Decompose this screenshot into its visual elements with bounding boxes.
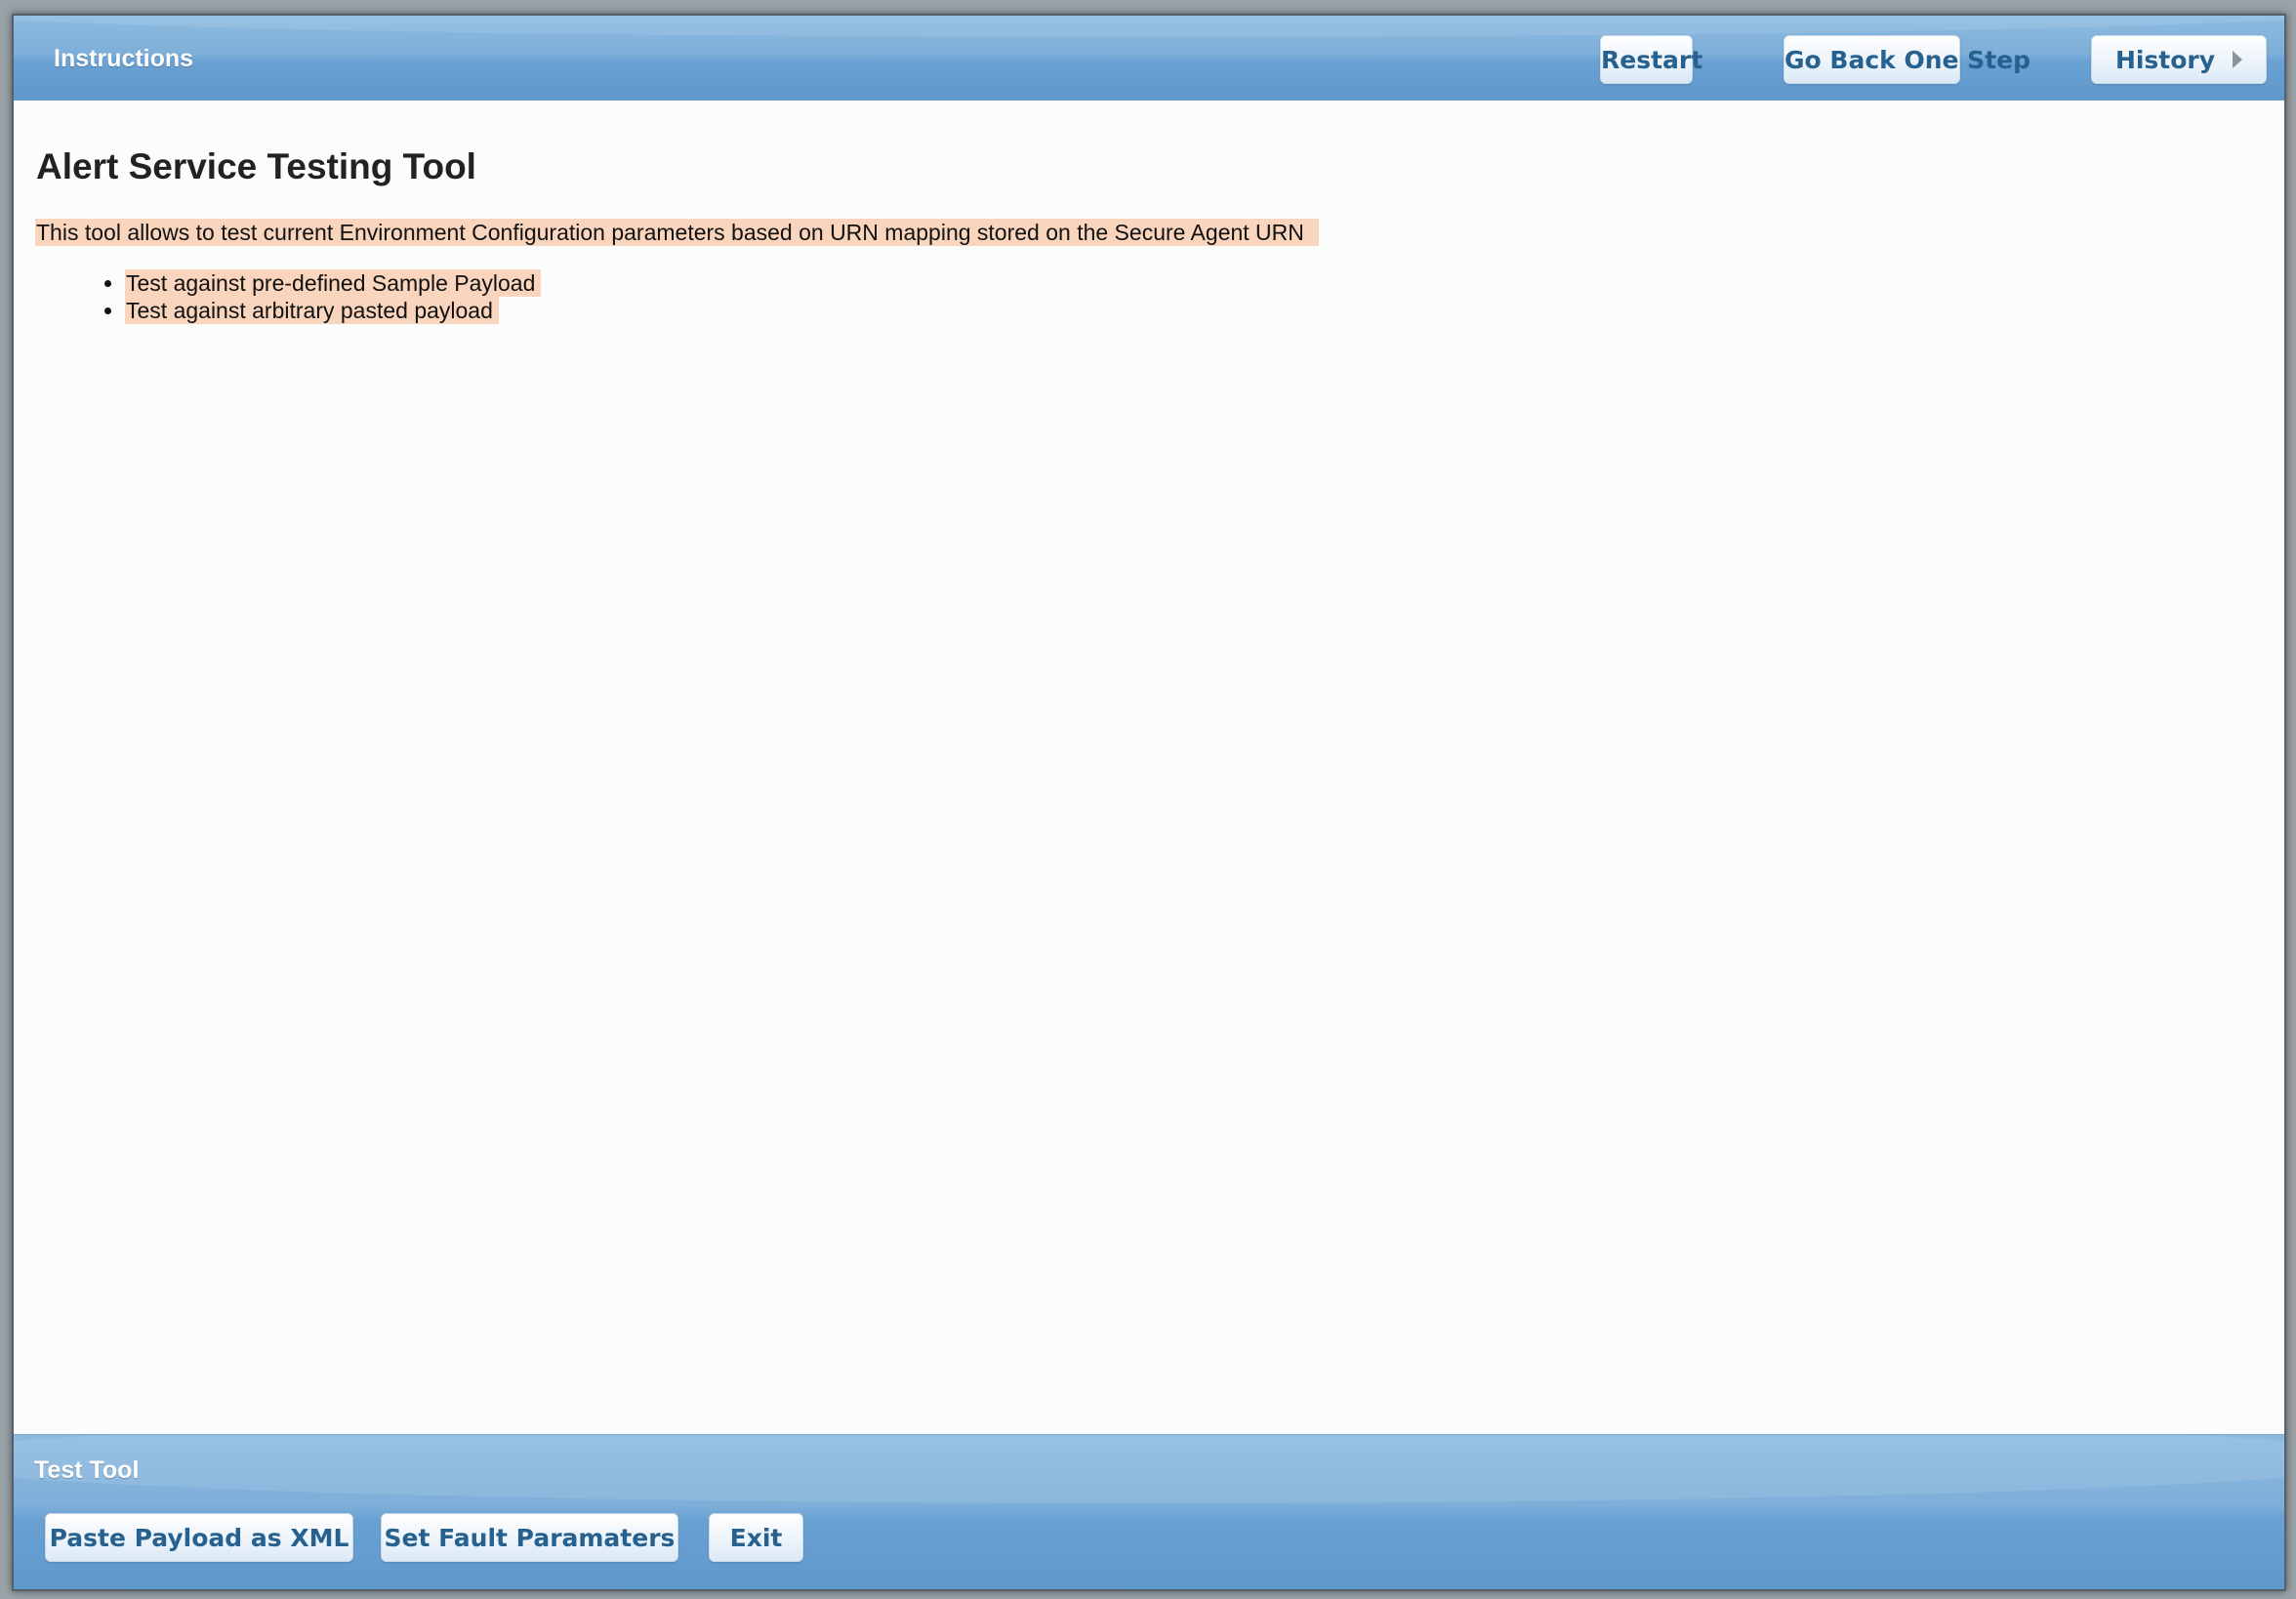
chevron-right-icon (2233, 51, 2243, 68)
top-toolbar: Instructions Restart Go Back One Step Hi… (14, 16, 2284, 101)
history-button[interactable]: History (2091, 35, 2267, 84)
restart-button[interactable]: Restart (1600, 35, 1702, 84)
app-window: Instructions Restart Go Back One Step Hi… (12, 14, 2286, 1591)
go-back-button[interactable]: Go Back One Step (1784, 35, 2030, 84)
paste-payload-button[interactable]: Paste Payload as XML (45, 1513, 353, 1562)
list-item: Test against pre-defined Sample Payload (125, 269, 542, 297)
set-fault-parameters-button[interactable]: Set Fault Paramaters (381, 1513, 678, 1562)
bottom-toolbar: Test Tool Paste Payload as XML Set Fault… (14, 1434, 2284, 1589)
set-fault-parameters-button-label: Set Fault Paramaters (384, 1524, 676, 1552)
description-text: This tool allows to test current Environ… (35, 219, 1319, 246)
paste-payload-button-label: Paste Payload as XML (49, 1524, 349, 1552)
list-item-text: Test against arbitrary pasted payload (125, 297, 499, 324)
page-title: Alert Service Testing Tool (36, 146, 476, 186)
option-list: Test against pre-defined Sample Payload … (62, 269, 542, 324)
history-button-label: History (2114, 46, 2216, 74)
footer-title: Test Tool (34, 1456, 140, 1484)
list-item-text: Test against pre-defined Sample Payload (125, 269, 542, 297)
list-item: Test against arbitrary pasted payload (125, 297, 541, 324)
toolbar-title: Instructions (54, 45, 194, 72)
main-content: Alert Service Testing Tool This tool all… (14, 101, 2284, 1434)
go-back-button-label: Go Back One Step (1784, 46, 2030, 74)
exit-button[interactable]: Exit (709, 1513, 803, 1562)
restart-button-label: Restart (1601, 46, 1703, 74)
description: This tool allows to test current Environ… (35, 219, 1319, 246)
exit-button-label: Exit (729, 1524, 783, 1552)
